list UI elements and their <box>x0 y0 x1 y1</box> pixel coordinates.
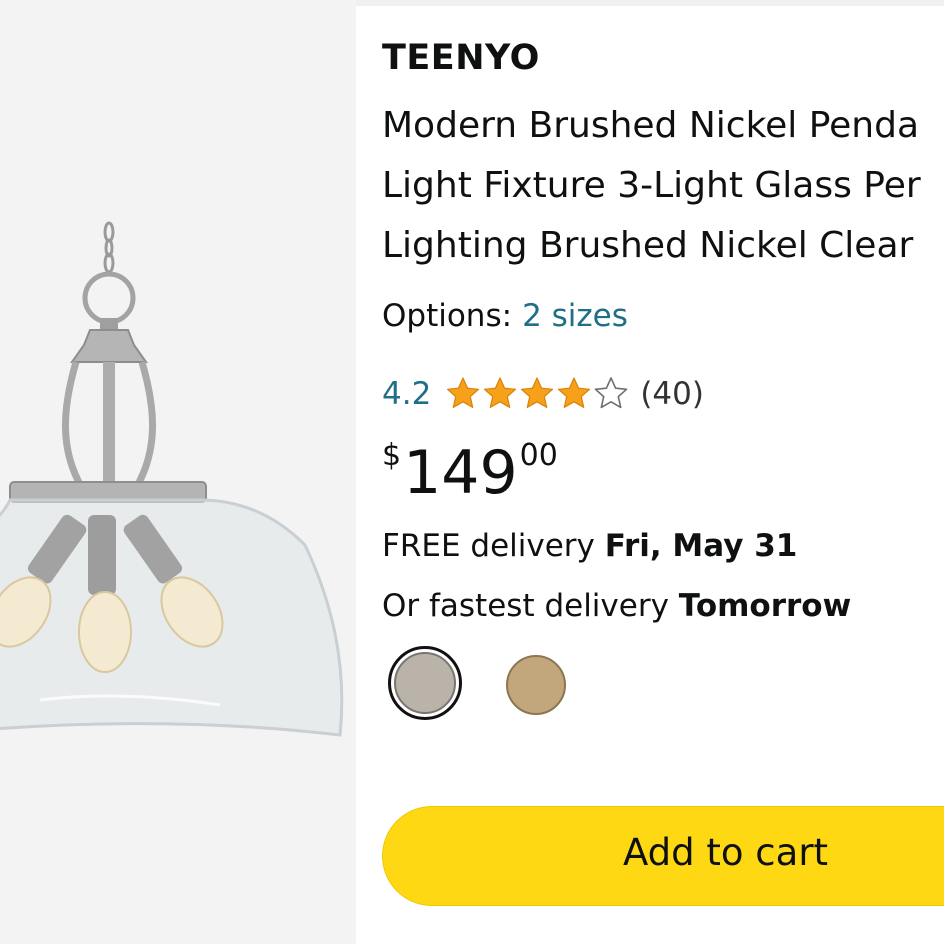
brand-name[interactable]: TEENYO <box>382 38 540 78</box>
price-fraction: 00 <box>519 438 558 473</box>
star-empty-icon <box>595 377 628 409</box>
price-whole: 149 <box>403 438 518 508</box>
add-to-cart-button[interactable]: Add to cart <box>382 806 944 906</box>
product-image-panel[interactable] <box>0 0 356 944</box>
product-info: TEENYO Modern Brushed Nickel Penda Light… <box>382 0 944 944</box>
star-filled-icon <box>521 377 554 408</box>
color-swatches <box>388 646 588 726</box>
options-link[interactable]: 2 sizes <box>522 298 628 334</box>
free-delivery: FREE delivery Fri, May 31 <box>382 528 797 564</box>
rating-row[interactable]: 4.2 (40) <box>382 370 704 418</box>
product-title-line: Lighting Brushed Nickel Clear <box>382 225 914 266</box>
free-delivery-text: FREE delivery <box>382 528 595 564</box>
pendant-light-image <box>0 221 344 737</box>
add-to-cart-label: Add to cart <box>623 831 829 874</box>
star-filled-icon <box>484 377 517 408</box>
free-delivery-date: Fri, May 31 <box>604 528 798 564</box>
fastest-delivery-text: Or fastest delivery <box>382 588 669 624</box>
rating-score: 4.2 <box>382 376 432 412</box>
star-rating <box>445 376 630 412</box>
star-filled-icon <box>447 377 480 408</box>
product-title-line: Modern Brushed Nickel Penda <box>382 105 920 146</box>
review-count[interactable]: (40) <box>640 376 704 412</box>
fastest-delivery: Or fastest delivery Tomorrow <box>382 588 851 624</box>
price-currency: $ <box>382 438 402 473</box>
fastest-delivery-date: Tomorrow <box>678 588 852 624</box>
options-label: Options: <box>382 298 513 334</box>
product-title-line: Light Fixture 3-Light Glass Per <box>382 165 921 206</box>
star-filled-icon <box>558 377 591 408</box>
price: $14900 <box>382 438 558 508</box>
options-row: Options: 2 sizes <box>382 298 628 334</box>
swatch-brushed-nickel[interactable] <box>388 646 462 720</box>
product-title[interactable]: Modern Brushed Nickel Penda Light Fixtur… <box>382 96 944 276</box>
swatch-color <box>394 652 456 714</box>
swatch-brass[interactable] <box>506 655 566 715</box>
